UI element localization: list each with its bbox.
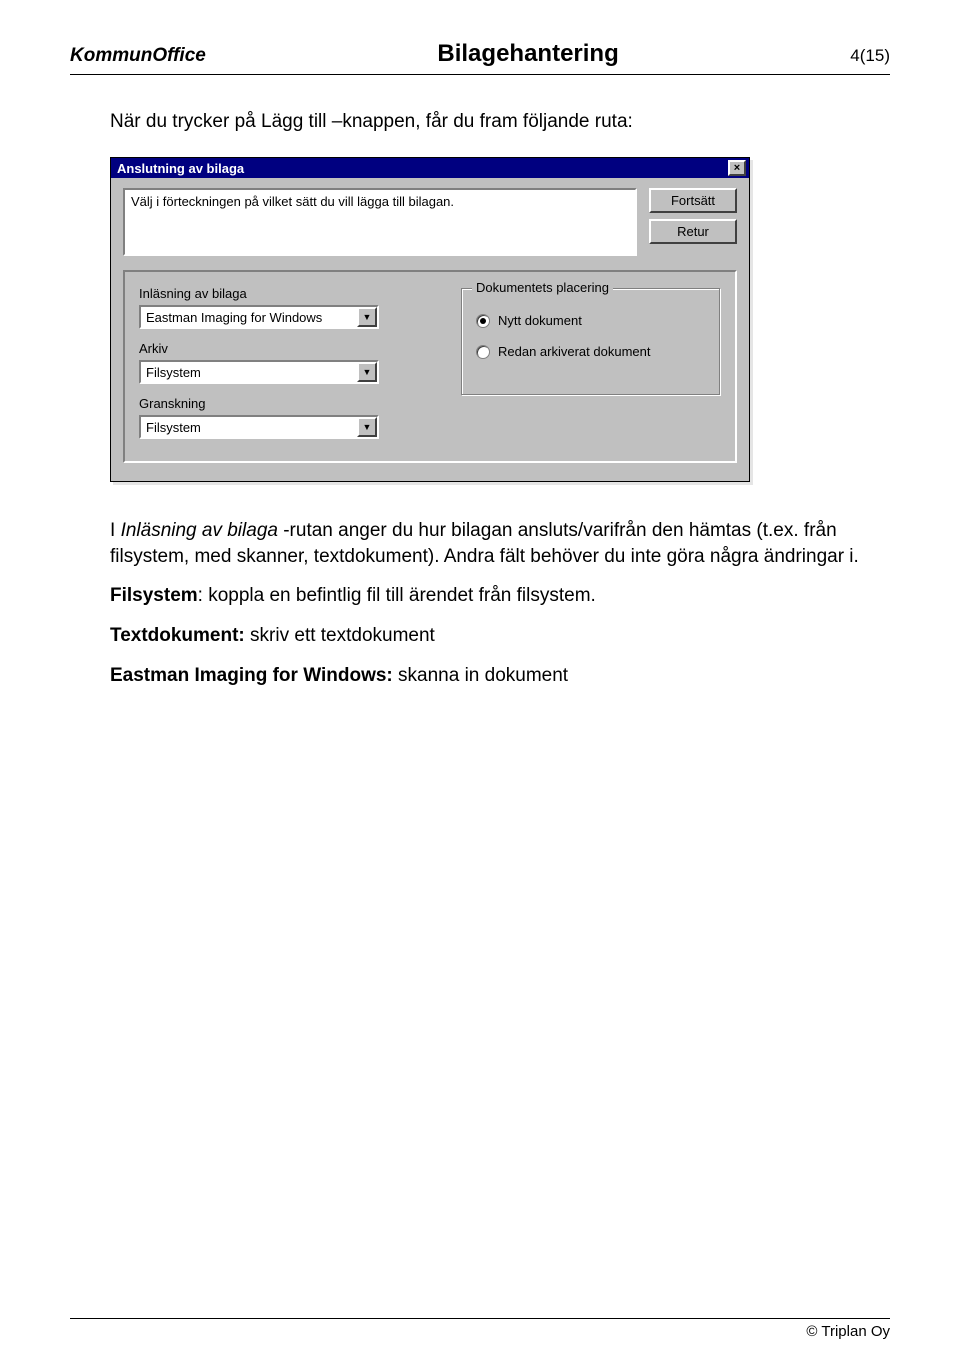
- instruction-box: Välj i förteckningen på vilket sätt du v…: [123, 188, 637, 256]
- bold-term-eastman: Eastman Imaging for Windows:: [110, 665, 393, 686]
- label-inlasning: Inläsning av bilaga: [139, 286, 443, 301]
- page-footer: © Triplan Oy: [70, 1318, 890, 1340]
- chevron-down-icon[interactable]: ▼: [357, 417, 377, 437]
- combo-arkiv[interactable]: Filsystem ▼: [139, 360, 379, 384]
- bold-term-filsystem: Filsystem: [110, 585, 198, 606]
- radio-redan-arkiverat[interactable]: Redan arkiverat dokument: [476, 344, 704, 359]
- footer-copyright: © Triplan Oy: [70, 1323, 890, 1340]
- bold-term-textdokument: Textdokument:: [110, 625, 245, 646]
- body-text: I Inläsning av bilaga -rutan anger du hu…: [110, 518, 890, 688]
- return-button[interactable]: Retur: [649, 219, 737, 244]
- paragraph-2: Filsystem: koppla en befintlig fil till …: [110, 583, 890, 609]
- label-arkiv: Arkiv: [139, 341, 443, 356]
- chevron-down-icon[interactable]: ▼: [357, 307, 377, 327]
- continue-button[interactable]: Fortsätt: [649, 188, 737, 213]
- close-icon[interactable]: ×: [728, 160, 746, 176]
- radio-label-redan: Redan arkiverat dokument: [498, 344, 650, 359]
- radio-nytt-dokument[interactable]: Nytt dokument: [476, 313, 704, 328]
- dialog-title: Anslutning av bilaga: [117, 161, 244, 176]
- combo-inlasning[interactable]: Eastman Imaging for Windows ▼: [139, 305, 379, 329]
- paragraph-4: Eastman Imaging for Windows: skanna in d…: [110, 663, 890, 689]
- radio-label-nytt: Nytt dokument: [498, 313, 582, 328]
- paragraph-3: Textdokument: skriv ett textdokument: [110, 623, 890, 649]
- italic-term: Inläsning av bilaga: [121, 520, 278, 541]
- label-granskning: Granskning: [139, 396, 443, 411]
- groupbox-placering: Dokumentets placering Nytt dokument Reda…: [461, 288, 721, 396]
- radio-icon: [476, 345, 490, 359]
- dialog-titlebar: Anslutning av bilaga ×: [111, 158, 749, 178]
- page-header: KommunOffice Bilagehantering 4(15): [70, 40, 890, 68]
- combo-granskning[interactable]: Filsystem ▼: [139, 415, 379, 439]
- footer-rule: [70, 1318, 890, 1319]
- intro-paragraph: När du trycker på Lägg till –knappen, få…: [110, 111, 890, 133]
- header-center: Bilagehantering: [437, 40, 618, 68]
- instruction-text: Välj i förteckningen på vilket sätt du v…: [131, 194, 454, 209]
- chevron-down-icon[interactable]: ▼: [357, 362, 377, 382]
- combo-inlasning-value: Eastman Imaging for Windows: [141, 307, 357, 327]
- groupbox-legend: Dokumentets placering: [472, 280, 613, 295]
- combo-granskning-value: Filsystem: [141, 417, 357, 437]
- header-rule: [70, 74, 890, 75]
- header-left: KommunOffice: [70, 45, 206, 67]
- header-page-number: 4(15): [850, 46, 890, 66]
- paragraph-1: I Inläsning av bilaga -rutan anger du hu…: [110, 518, 890, 569]
- radio-icon: [476, 314, 490, 328]
- combo-arkiv-value: Filsystem: [141, 362, 357, 382]
- dialog-anslutning: Anslutning av bilaga × Välj i förtecknin…: [110, 157, 750, 482]
- dialog-panel: Inläsning av bilaga Eastman Imaging for …: [123, 270, 737, 463]
